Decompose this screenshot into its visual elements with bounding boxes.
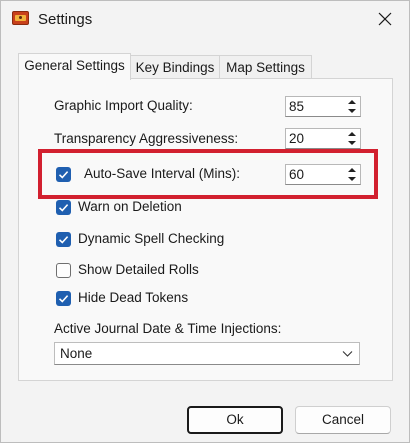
- hide-dead-tokens-label: Hide Dead Tokens: [78, 290, 189, 305]
- detailed-rolls-row[interactable]: Show Detailed Rolls: [56, 262, 236, 280]
- journal-injections-select[interactable]: None: [54, 342, 360, 365]
- checkmark-icon: [58, 171, 69, 179]
- autosave-spinner[interactable]: 60: [285, 164, 361, 185]
- tab-key-bindings[interactable]: Key Bindings: [130, 55, 220, 79]
- checkmark-icon: [58, 236, 69, 244]
- warn-on-deletion-checkbox[interactable]: [56, 200, 71, 215]
- spin-down-button[interactable]: [345, 139, 359, 147]
- autosave-value[interactable]: 60: [289, 167, 304, 182]
- detailed-rolls-label: Show Detailed Rolls: [78, 262, 199, 277]
- autosave-checkbox-row[interactable]: Auto-Save Interval (Mins):: [56, 166, 256, 184]
- window-title: Settings: [38, 11, 93, 28]
- arrow-down-icon: [348, 177, 356, 181]
- autosave-checkbox[interactable]: [56, 167, 71, 182]
- checkmark-icon: [58, 204, 69, 212]
- spell-checking-label: Dynamic Spell Checking: [78, 231, 225, 246]
- checkmark-icon: [58, 295, 69, 303]
- hide-dead-tokens-row[interactable]: Hide Dead Tokens: [56, 290, 236, 308]
- graphic-import-quality-spinner[interactable]: 85: [285, 96, 361, 117]
- chevron-down-icon: [342, 351, 353, 357]
- hide-dead-tokens-checkbox[interactable]: [56, 291, 71, 306]
- tab-map-settings[interactable]: Map Settings: [219, 55, 312, 79]
- detailed-rolls-checkbox[interactable]: [56, 263, 71, 278]
- transparency-value[interactable]: 20: [289, 131, 304, 146]
- cancel-button[interactable]: Cancel: [295, 406, 391, 434]
- arrow-up-icon: [348, 132, 356, 136]
- spin-down-button[interactable]: [345, 175, 359, 183]
- close-button[interactable]: [367, 3, 403, 35]
- tab-general-settings[interactable]: General Settings: [18, 53, 131, 80]
- close-icon: [378, 12, 392, 26]
- transparency-label: Transparency Aggressiveness:: [54, 131, 239, 146]
- journal-injections-label: Active Journal Date & Time Injections:: [54, 321, 282, 336]
- spinner-arrows: [345, 130, 359, 147]
- arrow-up-icon: [348, 100, 356, 104]
- arrow-down-icon: [348, 141, 356, 145]
- spin-up-button[interactable]: [345, 98, 359, 106]
- transparency-spinner[interactable]: 20: [285, 128, 361, 149]
- spin-up-button[interactable]: [345, 130, 359, 138]
- settings-window: Settings General Settings Key Bindings M…: [0, 0, 410, 443]
- treasure-chest-icon: [12, 11, 29, 25]
- spin-up-button[interactable]: [345, 166, 359, 174]
- spin-down-button[interactable]: [345, 107, 359, 115]
- spinner-arrows: [345, 166, 359, 183]
- spinner-arrows: [345, 98, 359, 115]
- spell-checking-row[interactable]: Dynamic Spell Checking: [56, 231, 256, 249]
- arrow-down-icon: [348, 109, 356, 113]
- graphic-import-quality-label: Graphic Import Quality:: [54, 98, 193, 113]
- graphic-import-quality-value[interactable]: 85: [289, 99, 304, 114]
- warn-on-deletion-label: Warn on Deletion: [78, 199, 182, 214]
- warn-on-deletion-row[interactable]: Warn on Deletion: [56, 199, 236, 217]
- ok-button[interactable]: Ok: [187, 406, 283, 434]
- arrow-up-icon: [348, 168, 356, 172]
- title-bar[interactable]: Settings: [1, 1, 409, 39]
- autosave-label: Auto-Save Interval (Mins):: [84, 166, 241, 181]
- journal-injections-value: None: [60, 346, 93, 361]
- spell-checking-checkbox[interactable]: [56, 232, 71, 247]
